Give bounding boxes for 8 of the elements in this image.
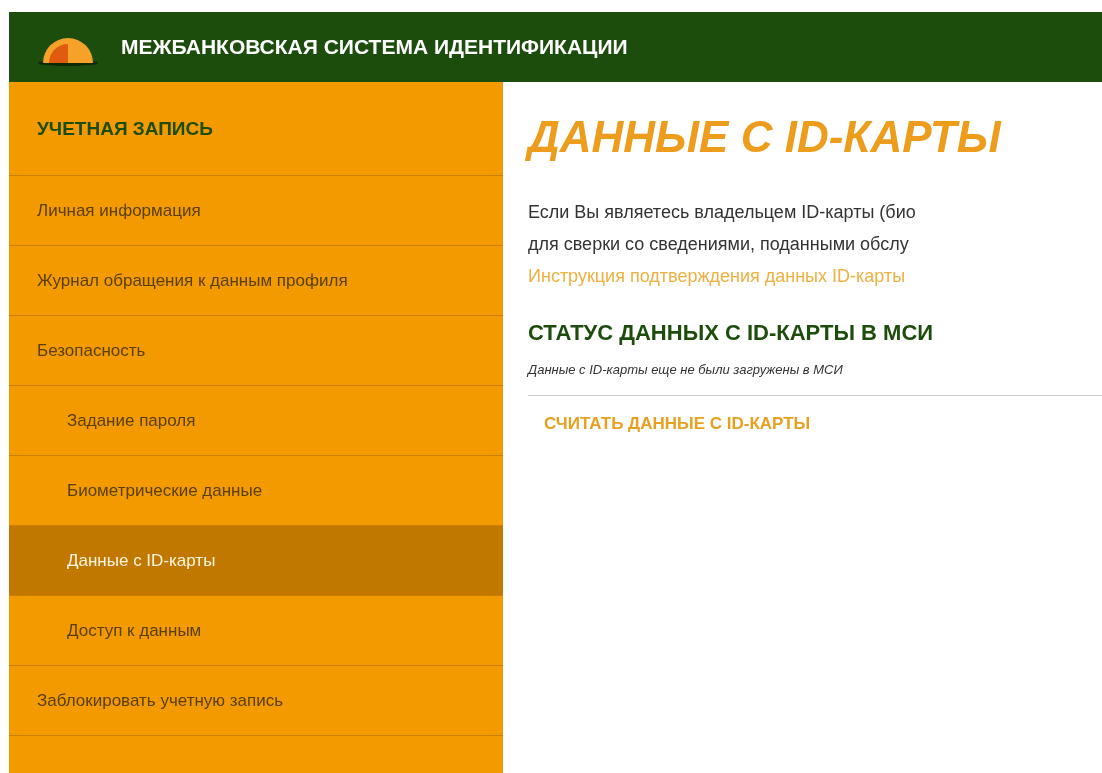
section-heading: СТАТУС ДАННЫХ С ID-КАРТЫ В МСИ (528, 320, 935, 346)
intro-text: Если Вы являетесь владельцем ID-карты (био (528, 201, 917, 224)
sidebar-heading: УЧЕТНАЯ ЗАПИСЬ (37, 117, 213, 140)
read-card-link[interactable]: СЧИТАТЬ ДАННЫЕ С ID-КАРТЫ (544, 410, 811, 438)
sidebar-item[interactable]: Данные с ID-карты (9, 526, 503, 596)
intro-text: для сверки со сведениями, поданными обслу (528, 233, 910, 256)
status-text: Данные с ID-карты еще не были загружены в МСИ (528, 362, 844, 377)
site-title: МЕЖБАНКОВСКАЯ СИСТЕМА ИДЕНТИФИКАЦИИ (121, 35, 628, 59)
